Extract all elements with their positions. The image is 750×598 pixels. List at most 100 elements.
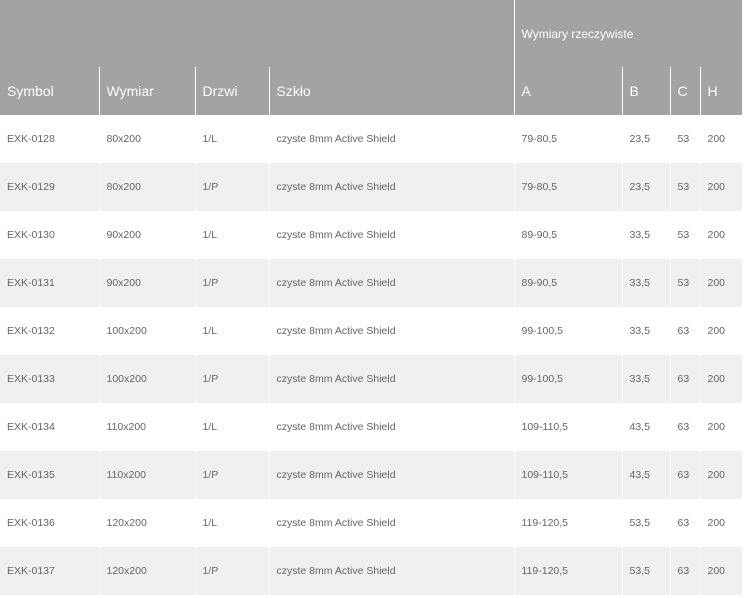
symbol-cell: EXK-0133 xyxy=(0,355,99,403)
szklo-cell: czyste 8mm Active Shield xyxy=(268,355,514,403)
table-row: EXK-0131 90x200 1/P czyste 8mm Active Shiel… xyxy=(0,259,743,307)
a-cell: 109-110,5 xyxy=(513,403,622,451)
table-row: EXK-0135 110x200 1/P czyste 8mm Active Shie… xyxy=(0,451,743,499)
column-header-szklo: Szkło xyxy=(268,67,514,115)
c-cell: 53 xyxy=(669,163,700,211)
drzwi-cell: 1/P xyxy=(194,355,269,403)
header-group-spacer xyxy=(0,0,514,67)
header-group-title: Wymiary rzeczywiste xyxy=(513,0,743,67)
c-cell: 63 xyxy=(669,403,700,451)
drzwi-cell: 1/P xyxy=(194,451,269,499)
c-cell: 63 xyxy=(669,355,700,403)
b-cell: 43,5 xyxy=(621,451,670,499)
c-cell: 53 xyxy=(669,211,700,259)
drzwi-cell: 1/P xyxy=(194,259,269,307)
dimensions-table: Wymiary rzeczywiste Symbol Wymiar Drzwi … xyxy=(0,0,743,595)
a-cell: 109-110,5 xyxy=(513,451,622,499)
b-cell: 23,5 xyxy=(621,163,670,211)
h-cell: 200 xyxy=(699,211,743,259)
h-cell: 200 xyxy=(699,403,743,451)
symbol-cell: EXK-0132 xyxy=(0,307,99,355)
column-header-h: H xyxy=(699,67,743,115)
szklo-cell: czyste 8mm Active Shield xyxy=(268,499,514,547)
c-cell: 63 xyxy=(669,451,700,499)
table-row: EXK-0134 110x200 1/L czyste 8mm Active Shie… xyxy=(0,403,743,451)
h-cell: 200 xyxy=(699,163,743,211)
szklo-cell: czyste 8mm Active Shield xyxy=(268,451,514,499)
drzwi-cell: 1/P xyxy=(194,547,269,595)
b-cell: 33,5 xyxy=(621,307,670,355)
h-cell: 200 xyxy=(699,451,743,499)
symbol-cell: EXK-0130 xyxy=(0,211,99,259)
a-cell: 99-100,5 xyxy=(513,355,622,403)
symbol-cell: EXK-0128 xyxy=(0,115,99,163)
c-cell: 53 xyxy=(669,115,700,163)
a-cell: 99-100,5 xyxy=(513,307,622,355)
symbol-cell: EXK-0129 xyxy=(0,163,99,211)
table-row: EXK-0133 100x200 1/P czyste 8mm Active Shie… xyxy=(0,355,743,403)
symbol-cell: EXK-0137 xyxy=(0,547,99,595)
c-cell: 63 xyxy=(669,499,700,547)
wymiar-cell: 100x200 xyxy=(98,307,195,355)
wymiar-cell: 80x200 xyxy=(98,163,195,211)
b-cell: 43,5 xyxy=(621,403,670,451)
h-cell: 200 xyxy=(699,547,743,595)
b-cell: 23,5 xyxy=(621,115,670,163)
b-cell: 33,5 xyxy=(621,259,670,307)
wymiar-cell: 120x200 xyxy=(98,547,195,595)
a-cell: 79-80,5 xyxy=(513,115,622,163)
c-cell: 63 xyxy=(669,547,700,595)
drzwi-cell: 1/L xyxy=(194,115,269,163)
column-header-drzwi: Drzwi xyxy=(194,67,269,115)
drzwi-cell: 1/P xyxy=(194,163,269,211)
a-cell: 119-120,5 xyxy=(513,547,622,595)
c-cell: 63 xyxy=(669,307,700,355)
table-row: EXK-0128 80x200 1/L czyste 8mm Active Shiel… xyxy=(0,115,743,163)
header-group-row: Wymiary rzeczywiste xyxy=(0,0,743,67)
wymiar-cell: 90x200 xyxy=(98,211,195,259)
szklo-cell: czyste 8mm Active Shield xyxy=(268,259,514,307)
b-cell: 53,5 xyxy=(621,499,670,547)
h-cell: 200 xyxy=(699,499,743,547)
drzwi-cell: 1/L xyxy=(194,499,269,547)
table-row: EXK-0129 80x200 1/P czyste 8mm Active Shiel… xyxy=(0,163,743,211)
column-header-wymiar: Wymiar xyxy=(98,67,195,115)
table-row: EXK-0132 100x200 1/L czyste 8mm Active Shie… xyxy=(0,307,743,355)
table-body: EXK-0128 80x200 1/L czyste 8mm Active Shiel… xyxy=(0,115,743,595)
table-row: EXK-0136 120x200 1/L czyste 8mm Active Shie… xyxy=(0,499,743,547)
h-cell: 200 xyxy=(699,307,743,355)
wymiar-cell: 80x200 xyxy=(98,115,195,163)
wymiar-cell: 110x200 xyxy=(98,451,195,499)
symbol-cell: EXK-0135 xyxy=(0,451,99,499)
h-cell: 200 xyxy=(699,115,743,163)
wymiar-cell: 120x200 xyxy=(98,499,195,547)
szklo-cell: czyste 8mm Active Shield xyxy=(268,211,514,259)
wymiar-cell: 90x200 xyxy=(98,259,195,307)
wymiar-cell: 110x200 xyxy=(98,403,195,451)
h-cell: 200 xyxy=(699,259,743,307)
b-cell: 53,5 xyxy=(621,547,670,595)
a-cell: 89-90,5 xyxy=(513,259,622,307)
drzwi-cell: 1/L xyxy=(194,307,269,355)
column-header-a: A xyxy=(513,67,622,115)
a-cell: 79-80,5 xyxy=(513,163,622,211)
symbol-cell: EXK-0134 xyxy=(0,403,99,451)
column-header-symbol: Symbol xyxy=(0,67,99,115)
a-cell: 119-120,5 xyxy=(513,499,622,547)
szklo-cell: czyste 8mm Active Shield xyxy=(268,163,514,211)
szklo-cell: czyste 8mm Active Shield xyxy=(268,403,514,451)
table-header: Wymiary rzeczywiste Symbol Wymiar Drzwi … xyxy=(0,0,743,115)
wymiar-cell: 100x200 xyxy=(98,355,195,403)
column-header-c: C xyxy=(669,67,700,115)
szklo-cell: czyste 8mm Active Shield xyxy=(268,115,514,163)
h-cell: 200 xyxy=(699,355,743,403)
c-cell: 53 xyxy=(669,259,700,307)
drzwi-cell: 1/L xyxy=(194,403,269,451)
b-cell: 33,5 xyxy=(621,355,670,403)
table-row: EXK-0130 90x200 1/L czyste 8mm Active Shiel… xyxy=(0,211,743,259)
symbol-cell: EXK-0136 xyxy=(0,499,99,547)
a-cell: 89-90,5 xyxy=(513,211,622,259)
szklo-cell: czyste 8mm Active Shield xyxy=(268,307,514,355)
header-column-row: Symbol Wymiar Drzwi Szkło A B C H xyxy=(0,67,743,115)
szklo-cell: czyste 8mm Active Shield xyxy=(268,547,514,595)
